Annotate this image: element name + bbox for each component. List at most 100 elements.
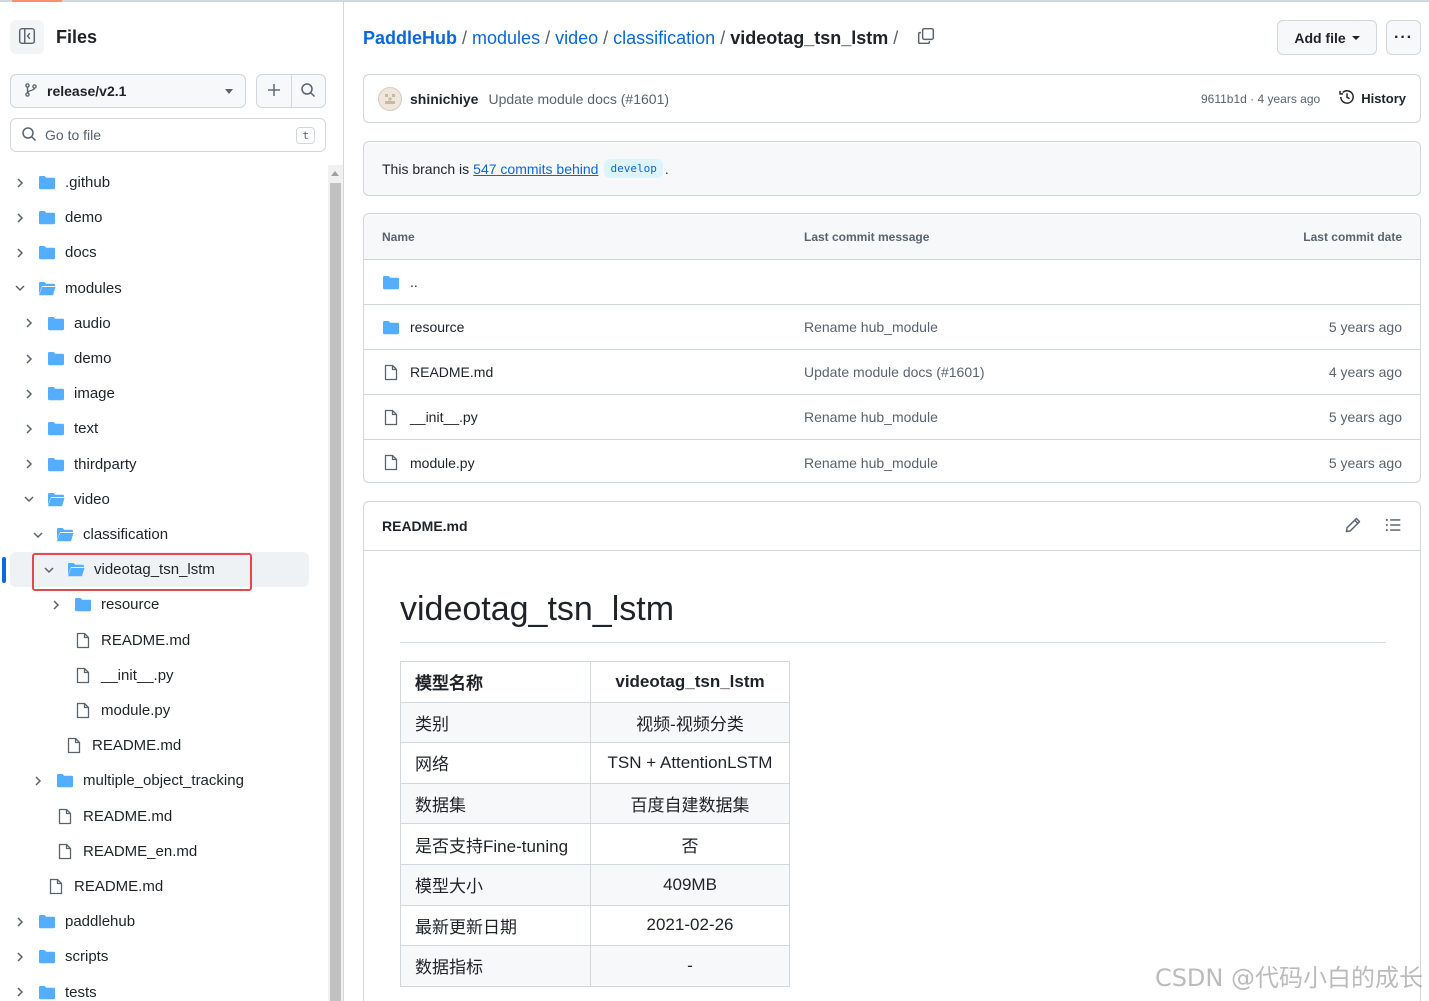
go-to-file-input[interactable]: Go to file t bbox=[10, 118, 326, 152]
tree-item-label: demo bbox=[74, 350, 112, 367]
breadcrumb-link-video[interactable]: video bbox=[555, 28, 598, 49]
history-label: History bbox=[1361, 91, 1406, 106]
sidebar-header: Files bbox=[10, 20, 97, 54]
git-branch-icon bbox=[23, 82, 39, 101]
chevron-right-icon[interactable] bbox=[12, 175, 28, 191]
tree-item-multiple-object-tracking[interactable]: multiple_object_tracking bbox=[0, 763, 310, 798]
tree-item-readme-en-md[interactable]: README_en.md bbox=[0, 834, 310, 869]
chevron-right-icon[interactable] bbox=[30, 773, 46, 789]
column-header-name: Name bbox=[382, 229, 415, 244]
branch-status-suffix: . bbox=[664, 160, 669, 177]
table-value-cell: - bbox=[590, 945, 790, 987]
chevron-right-icon[interactable] bbox=[12, 210, 28, 226]
commit-author[interactable]: shinichiye bbox=[410, 91, 478, 107]
sidebar-scrollbar[interactable] bbox=[328, 165, 343, 1001]
commit-message-link[interactable]: Update module docs (#1601) bbox=[804, 364, 985, 380]
branch-status-banner: This branch is 547 commits behind develo… bbox=[363, 141, 1421, 196]
readme-filename: README.md bbox=[382, 518, 468, 534]
tree-item-text[interactable]: text bbox=[0, 411, 310, 446]
file-name-link[interactable]: module.py bbox=[410, 455, 475, 471]
tree-item-videotag-tsn-lstm[interactable]: videotag_tsn_lstm bbox=[10, 552, 309, 588]
add-file-dropdown[interactable]: Add file bbox=[1277, 20, 1377, 55]
more-options-button[interactable]: ··· bbox=[1386, 20, 1421, 55]
tree-item-readme-md[interactable]: README.md bbox=[0, 799, 310, 834]
chevron-right-icon[interactable] bbox=[21, 421, 37, 437]
file-icon bbox=[64, 738, 84, 754]
tree-item-image[interactable]: image bbox=[0, 376, 310, 411]
tree-item-readme-md[interactable]: README.md bbox=[0, 728, 310, 763]
tree-item-module-py[interactable]: module.py bbox=[0, 693, 310, 728]
file-name-link[interactable]: resource bbox=[410, 319, 464, 335]
breadcrumb-repo-link[interactable]: PaddleHub bbox=[363, 28, 457, 49]
edit-readme-button[interactable] bbox=[1344, 516, 1362, 537]
chevron-down-icon[interactable] bbox=[41, 562, 57, 578]
commit-message-link[interactable]: Rename hub_module bbox=[804, 455, 938, 471]
file-icon bbox=[382, 364, 400, 381]
tree-item-audio[interactable]: audio bbox=[0, 306, 310, 341]
file-name-link[interactable]: __init__.py bbox=[410, 409, 478, 425]
commit-message[interactable]: Update module docs (#1601) bbox=[488, 91, 669, 107]
tree-item-classification[interactable]: classification bbox=[0, 517, 310, 552]
table-row[interactable]: __init__.py Rename hub_module 5 years ago bbox=[364, 395, 1420, 440]
tree-item-github[interactable]: .github bbox=[0, 165, 310, 200]
tree-item-modules[interactable]: modules bbox=[0, 271, 310, 306]
collapse-sidebar-button[interactable] bbox=[10, 20, 44, 54]
table-row[interactable]: README.md Update module docs (#1601) 4 yea… bbox=[364, 350, 1420, 395]
chevron-right-icon[interactable] bbox=[21, 315, 37, 331]
copy-path-button[interactable] bbox=[917, 27, 935, 50]
tree-item-scripts[interactable]: scripts bbox=[0, 939, 310, 974]
breadcrumb-link-modules[interactable]: modules bbox=[472, 28, 540, 49]
breadcrumb-link-classification[interactable]: classification bbox=[613, 28, 715, 49]
commit-date: 5 years ago bbox=[1328, 454, 1402, 471]
folder-icon bbox=[382, 275, 400, 290]
file-listing-table: Name Last commit message Last commit dat… bbox=[363, 213, 1421, 483]
commit-message-link[interactable]: Rename hub_module bbox=[804, 409, 938, 425]
scrollbar-thumb[interactable] bbox=[330, 183, 341, 1001]
chevron-right-icon[interactable] bbox=[12, 245, 28, 261]
chevron-right-icon[interactable] bbox=[12, 949, 28, 965]
tree-item-video[interactable]: video bbox=[0, 482, 310, 517]
chevron-down-icon[interactable] bbox=[21, 491, 37, 507]
table-row[interactable]: module.py Rename hub_module 5 years ago bbox=[364, 440, 1420, 482]
commit-message-link[interactable]: Rename hub_module bbox=[804, 319, 938, 335]
file-name-link[interactable]: .. bbox=[410, 274, 418, 290]
history-button[interactable]: History bbox=[1338, 88, 1406, 109]
chevron-right-icon[interactable] bbox=[21, 386, 37, 402]
base-branch-label[interactable]: develop bbox=[604, 159, 663, 178]
branch-selector[interactable]: release/v2.1 bbox=[10, 74, 246, 108]
tree-item-tests[interactable]: tests bbox=[0, 975, 310, 1001]
tree-item-init-py[interactable]: __init__.py bbox=[0, 658, 310, 693]
chevron-right-icon[interactable] bbox=[12, 914, 28, 930]
outline-button[interactable] bbox=[1384, 516, 1402, 537]
avatar[interactable] bbox=[378, 86, 402, 111]
chevron-right-icon[interactable] bbox=[48, 597, 64, 613]
chevron-right-icon[interactable] bbox=[12, 984, 28, 1000]
table-key-cell: 数据集 bbox=[400, 782, 591, 825]
chevron-right-icon[interactable] bbox=[21, 351, 37, 367]
chevron-down-icon[interactable] bbox=[30, 527, 46, 543]
file-name-cell: resource bbox=[382, 319, 464, 335]
tree-item-label: module.py bbox=[101, 702, 171, 719]
table-row: 数据集 百度自建数据集 bbox=[400, 782, 790, 825]
tree-item-readme-md[interactable]: README.md bbox=[0, 869, 310, 904]
table-row[interactable]: .. bbox=[364, 260, 1420, 305]
tree-item-thirdparty[interactable]: thirdparty bbox=[0, 447, 310, 482]
breadcrumb: PaddleHub / modules / video / classifica… bbox=[363, 24, 935, 52]
table-row[interactable]: resource Rename hub_module 5 years ago bbox=[364, 305, 1420, 350]
search-button[interactable] bbox=[292, 75, 326, 107]
chevron-right-icon[interactable] bbox=[21, 456, 37, 472]
tree-item-readme-md[interactable]: README.md bbox=[0, 623, 310, 658]
tree-item-demo[interactable]: demo bbox=[0, 341, 310, 376]
chevron-down-icon[interactable] bbox=[12, 280, 28, 296]
commit-sha-and-age[interactable]: 9611b1d · 4 years ago bbox=[1201, 92, 1320, 106]
add-file-button[interactable] bbox=[257, 75, 292, 107]
scroll-up-arrow-icon[interactable] bbox=[331, 171, 339, 176]
tree-item-paddlehub[interactable]: paddlehub bbox=[0, 904, 310, 939]
tree-item-demo[interactable]: demo bbox=[0, 200, 310, 235]
tree-item-docs[interactable]: docs bbox=[0, 235, 310, 270]
tree-item-resource[interactable]: resource bbox=[0, 587, 310, 622]
file-name-link[interactable]: README.md bbox=[410, 364, 493, 380]
commits-behind-link[interactable]: 547 commits behind bbox=[473, 161, 598, 177]
